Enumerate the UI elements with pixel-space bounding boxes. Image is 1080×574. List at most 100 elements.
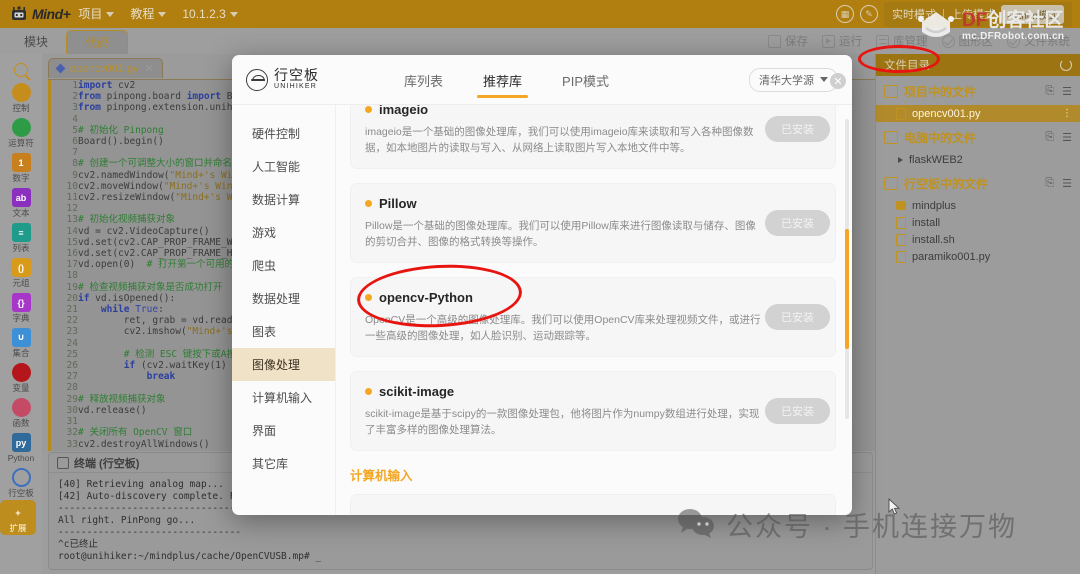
palette-item-5[interactable]: () 元组 bbox=[0, 255, 42, 290]
modal-category-10[interactable]: 其它库 bbox=[232, 447, 335, 480]
file-row-1-0[interactable]: flaskWEB2 bbox=[876, 151, 1080, 168]
library-card-scikit-image[interactable]: scikit-image scikit-image是基于scipy的一款图像处理包… bbox=[350, 371, 836, 451]
palette-item-label: 字典 bbox=[12, 313, 30, 323]
tab-recommended-library[interactable]: 推荐库 bbox=[477, 57, 529, 102]
menu-tutorial[interactable]: 教程 bbox=[122, 0, 174, 28]
code-line-number: 15 bbox=[66, 236, 78, 248]
palette-search[interactable] bbox=[0, 60, 42, 79]
file-group-header-1[interactable]: 电脑中的文件 ⎘ ☰ bbox=[876, 122, 1080, 151]
palette-item-11[interactable]: 行空板 bbox=[0, 465, 42, 500]
palette-item-3[interactable]: ab 文本 bbox=[0, 185, 42, 220]
code-token: cv2.namedWindow( bbox=[78, 169, 170, 181]
modal-category-5[interactable]: 数据处理 bbox=[232, 282, 335, 315]
palette-item-10[interactable]: py Python bbox=[0, 430, 42, 465]
palette-item-label: 扩展 bbox=[9, 523, 27, 533]
palette-item-label: 运算符 bbox=[8, 138, 34, 148]
library-install-status-button[interactable]: 已安装 bbox=[765, 210, 830, 236]
block-palette: 控制 运算符 1 数字 ab 文本 ≡ 列表() 元组{} 字典 ∪ 集合 变量 函数 py Python 行空… bbox=[0, 54, 42, 574]
editor-file-tab[interactable]: opencv001.py ✕ bbox=[48, 58, 163, 78]
app-logo: Mind+ bbox=[8, 6, 71, 22]
file-directory-panel: 文件目录 项目中的文件 ⎘ ☰ opencv001.py ⋮ 电脑中的文件 ⎘ ☰ flaskW… bbox=[875, 54, 1080, 574]
palette-item-label: 数字 bbox=[12, 173, 30, 183]
code-line-number: 31 bbox=[66, 416, 78, 428]
terminal-title: 终端 (行空板) bbox=[74, 457, 140, 470]
library-icon bbox=[876, 34, 889, 48]
tab-modules[interactable]: 模块 bbox=[6, 30, 66, 54]
modal-category-4[interactable]: 爬虫 bbox=[232, 249, 335, 282]
menu-icon[interactable]: ☰ bbox=[1062, 177, 1072, 190]
mouse-cursor bbox=[888, 497, 901, 516]
modal-category-9[interactable]: 界面 bbox=[232, 414, 335, 447]
save-button[interactable]: 保存 bbox=[768, 33, 808, 49]
menu-project[interactable]: 项目 bbox=[70, 0, 122, 28]
library-card-opencv-python[interactable]: opencv-Python OpenCV是一个高级的图像处理库。我们可以使用Ope… bbox=[350, 277, 836, 357]
tab-pip-mode[interactable]: PIP模式 bbox=[560, 57, 611, 102]
palette-item-label: 列表 bbox=[12, 243, 30, 253]
modal-scrollbar-thumb[interactable] bbox=[845, 229, 849, 349]
modal-scrollbar[interactable] bbox=[845, 119, 849, 419]
modal-category-8[interactable]: 计算机输入 bbox=[232, 381, 335, 414]
palette-item-icon: ab bbox=[11, 188, 31, 207]
file-row-0-0[interactable]: opencv001.py ⋮ bbox=[876, 105, 1080, 122]
code-line-number: 8 bbox=[72, 158, 78, 170]
menu-version[interactable]: 10.1.2.3 bbox=[174, 0, 245, 28]
file-icon bbox=[896, 107, 906, 120]
menu-icon[interactable]: ☰ bbox=[1062, 131, 1072, 144]
file-row-2-1[interactable]: install bbox=[876, 214, 1080, 231]
palette-item-label: 文本 bbox=[12, 208, 30, 218]
library-install-status-button[interactable]: 已安装 bbox=[765, 116, 830, 142]
modal-category-0[interactable]: 硬件控制 bbox=[232, 117, 335, 150]
chart-icon[interactable]: ▦ bbox=[836, 5, 854, 23]
tab-code[interactable]: 代码 bbox=[66, 30, 129, 54]
tab-library-list[interactable]: 库列表 bbox=[402, 57, 445, 102]
palette-item-label: 函数 bbox=[12, 418, 30, 428]
code-token: cv2.imshow( bbox=[78, 326, 187, 338]
palette-item-6[interactable]: {} 字典 bbox=[0, 290, 42, 325]
modal-category-3[interactable]: 游戏 bbox=[232, 216, 335, 249]
modal-category-7[interactable]: 图像处理 bbox=[232, 348, 335, 381]
palette-item-12[interactable]: + 扩展 bbox=[0, 500, 36, 535]
code-token: break bbox=[146, 371, 176, 383]
code-line-number: 26 bbox=[66, 360, 78, 372]
run-button[interactable]: 运行 bbox=[822, 33, 862, 49]
modal-library-list[interactable]: imageio imageio是一个基础的图像处理库，我们可以使用imageio库… bbox=[336, 105, 852, 515]
new-file-icon[interactable]: ⎘ bbox=[1045, 131, 1054, 144]
library-name: scikit-image bbox=[379, 384, 455, 399]
new-file-icon[interactable]: ⎘ bbox=[1045, 177, 1054, 190]
code-line-number: 30 bbox=[66, 404, 78, 416]
refresh-icon[interactable] bbox=[1060, 59, 1072, 71]
file-row-2-3[interactable]: paramiko001.py bbox=[876, 248, 1080, 265]
close-icon[interactable]: ✕ bbox=[145, 62, 154, 75]
palette-item-label: Python bbox=[7, 453, 35, 463]
library-install-status-button[interactable]: 已安装 bbox=[765, 304, 830, 330]
file-row-2-0[interactable]: mindplus bbox=[876, 197, 1080, 214]
palette-item-1[interactable]: 运算符 bbox=[0, 115, 42, 150]
palette-item-4[interactable]: ≡ 列表 bbox=[0, 220, 42, 255]
menu-icon[interactable]: ☰ bbox=[1062, 85, 1072, 98]
code-token: vd.release() bbox=[78, 404, 147, 416]
library-install-status-button[interactable]: 已安装 bbox=[765, 398, 830, 424]
file-row-more-icon[interactable]: ⋮ bbox=[1062, 108, 1072, 119]
palette-item-8[interactable]: 变量 bbox=[0, 360, 42, 395]
new-file-icon[interactable]: ⎘ bbox=[1045, 85, 1054, 98]
file-group-header-2[interactable]: 行空板中的文件 ⎘ ☰ bbox=[876, 168, 1080, 197]
palette-item-9[interactable]: 函数 bbox=[0, 395, 42, 430]
library-card-imageio[interactable]: imageio imageio是一个基础的图像处理库，我们可以使用imageio库… bbox=[350, 105, 836, 169]
modal-close-button[interactable]: ✕ bbox=[830, 73, 846, 89]
edit-icon[interactable]: ✎ bbox=[860, 5, 878, 23]
code-line-number: 17 bbox=[66, 259, 78, 271]
file-row-2-2[interactable]: install.sh bbox=[876, 231, 1080, 248]
palette-item-0[interactable]: 控制 bbox=[0, 80, 42, 115]
modal-category-1[interactable]: 人工智能 bbox=[232, 150, 335, 183]
file-group-name: 电脑中的文件 bbox=[904, 131, 977, 145]
file-group-header-0[interactable]: 项目中的文件 ⎘ ☰ bbox=[876, 76, 1080, 105]
watermark-df-prefix: DF bbox=[962, 9, 988, 31]
source-select[interactable]: 清华大学源 bbox=[749, 67, 838, 92]
modal-category-6[interactable]: 图表 bbox=[232, 315, 335, 348]
modal-category-2[interactable]: 数据计算 bbox=[232, 183, 335, 216]
palette-item-2[interactable]: 1 数字 bbox=[0, 150, 42, 185]
source-select-value: 清华大学源 bbox=[759, 74, 814, 87]
library-card-pillow[interactable]: Pillow Pillow是一个基础的图像处理库。我们可以使用Pillow库来进行… bbox=[350, 183, 836, 263]
palette-item-7[interactable]: ∪ 集合 bbox=[0, 325, 42, 360]
file-groups: 项目中的文件 ⎘ ☰ opencv001.py ⋮ 电脑中的文件 ⎘ ☰ flaskWEB2 行空… bbox=[876, 76, 1080, 265]
